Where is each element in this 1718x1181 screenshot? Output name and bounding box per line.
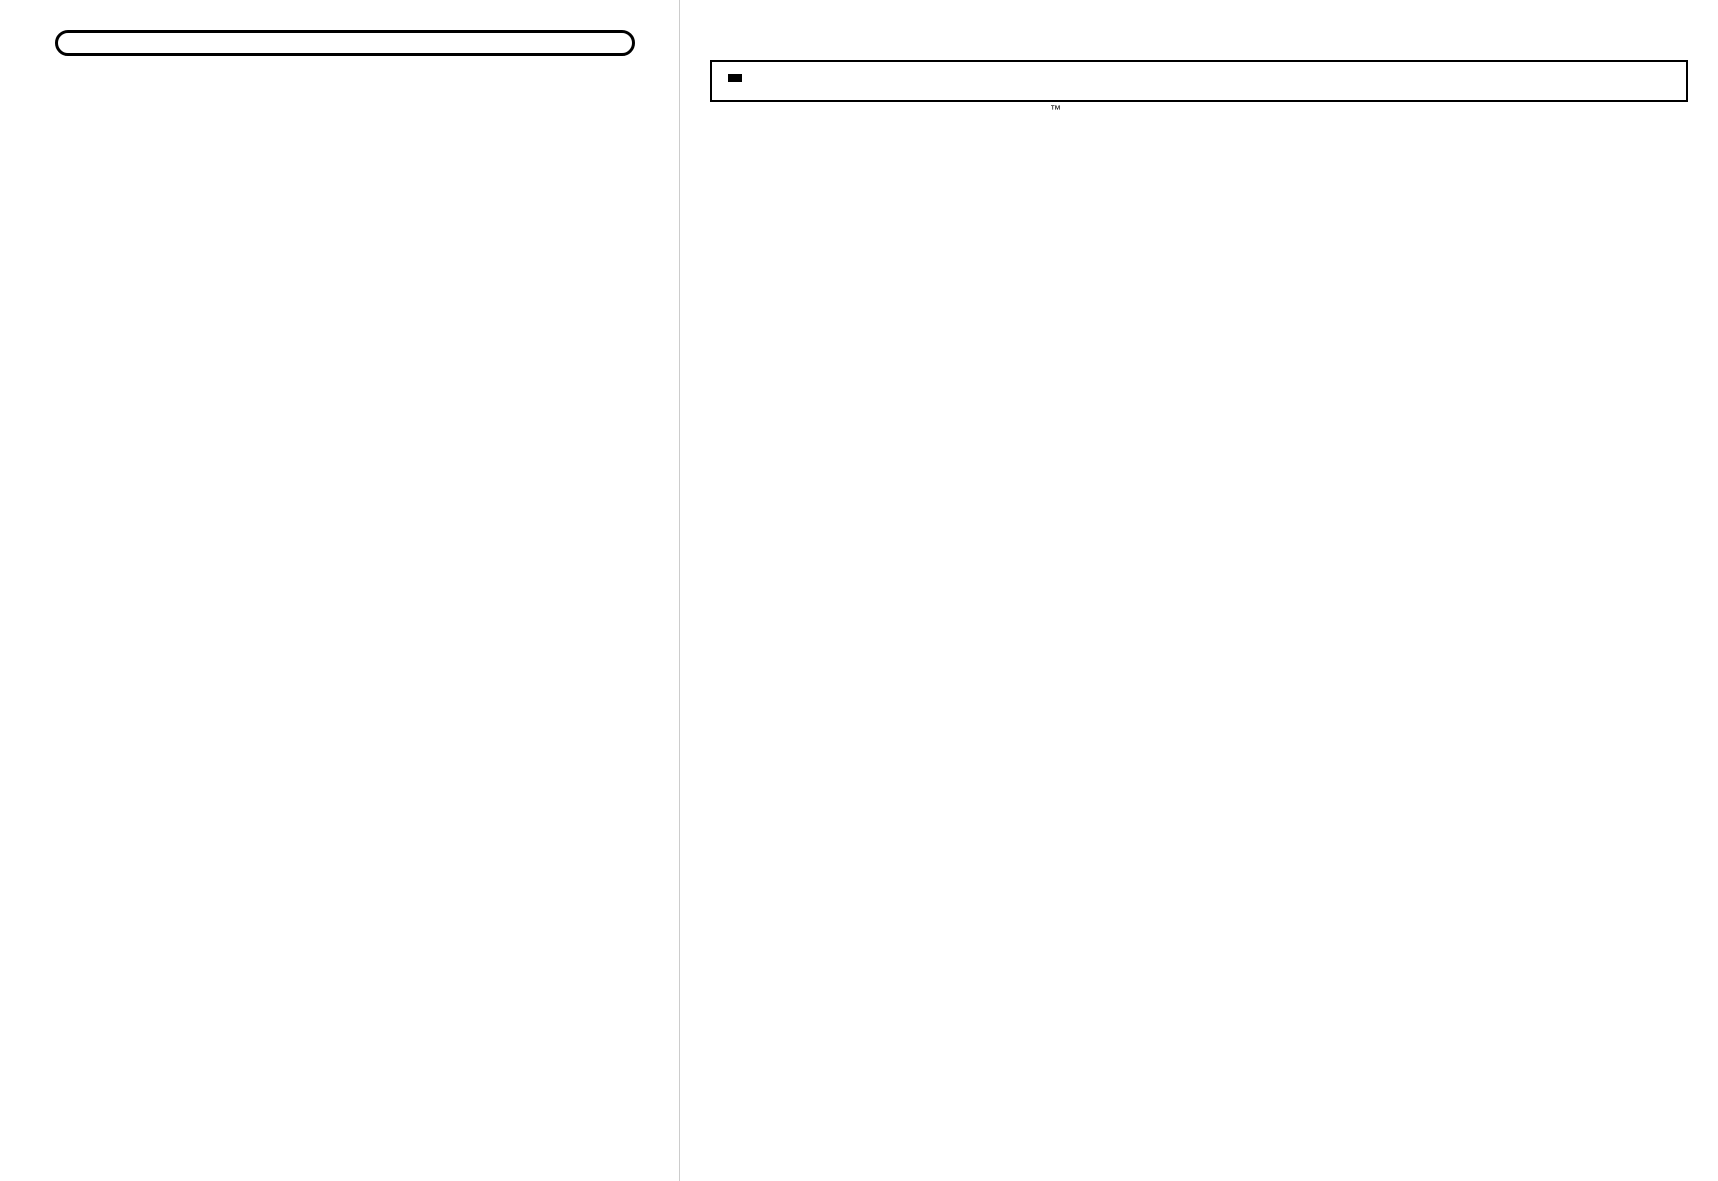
footer-puzzle-experts: ™ (1050, 104, 1061, 122)
trivia-logo (728, 74, 744, 82)
title-box (55, 30, 635, 56)
right-page: ™ (680, 0, 1718, 1181)
across-column (40, 84, 340, 1121)
trivia-box (710, 60, 1688, 102)
down-column (350, 84, 650, 1121)
left-page (0, 0, 680, 1181)
trivia-header (728, 74, 1670, 82)
clues-container (40, 84, 649, 1121)
trivia-logo-box (728, 74, 742, 82)
